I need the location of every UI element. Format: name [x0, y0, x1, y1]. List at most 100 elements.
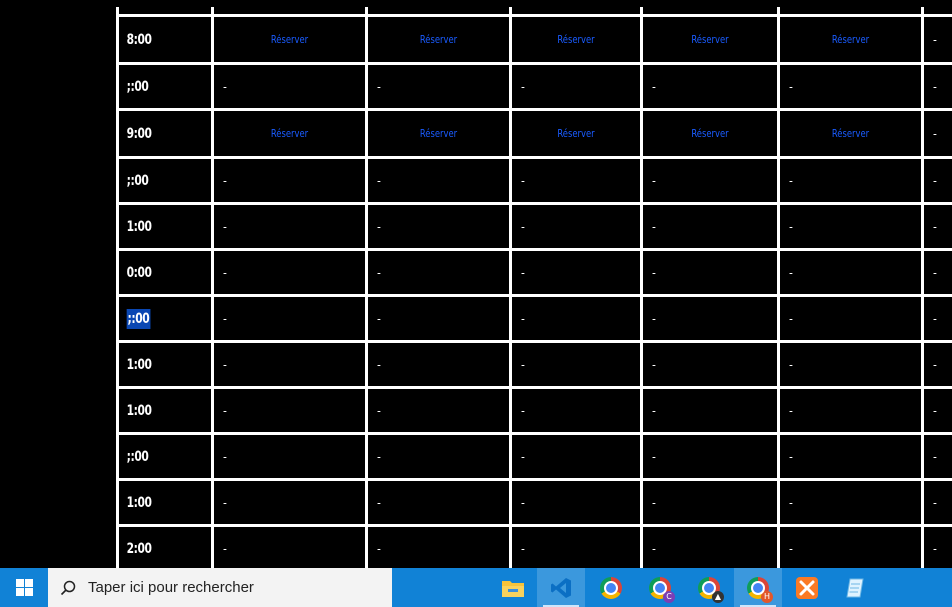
empty-slot: -: [789, 219, 793, 234]
search-placeholder: Taper ici pour rechercher: [88, 579, 254, 596]
folder-icon: [502, 580, 524, 597]
profile-badge-h: H: [761, 590, 773, 603]
chrome-profile-cursor-icon: ▲: [698, 576, 724, 603]
chrome-button[interactable]: [587, 568, 635, 607]
vscode-button[interactable]: [537, 568, 585, 607]
empty-slot: -: [652, 79, 656, 94]
profile-badge-cursor: ▲: [712, 590, 724, 603]
reserve-link[interactable]: Réserver: [522, 111, 631, 156]
time-text: 1:00: [126, 356, 152, 373]
reserve-link[interactable]: Réserver: [791, 17, 911, 62]
time-slot-label: 0:00: [119, 251, 197, 294]
empty-slot: -: [652, 311, 656, 326]
xampp-icon: [796, 576, 818, 599]
empty-slot: -: [521, 449, 525, 464]
empty-slot: -: [933, 449, 937, 464]
empty-slot: -: [223, 495, 227, 510]
empty-slot: -: [652, 173, 656, 188]
empty-slot: -: [789, 449, 793, 464]
xampp-button[interactable]: [783, 568, 831, 607]
empty-slot: -: [933, 403, 937, 418]
taskbar-search-box[interactable]: Taper ici pour rechercher: [48, 568, 392, 607]
time-text: ;:00: [126, 172, 149, 189]
empty-slot: -: [789, 403, 793, 418]
profile-badge-c: C: [663, 590, 675, 603]
empty-slot: -: [223, 265, 227, 280]
time-slot-label: 1:00: [119, 205, 197, 248]
chrome-profile-h-button[interactable]: H: [734, 568, 782, 607]
empty-slot: -: [377, 79, 381, 94]
empty-slot: -: [377, 357, 381, 372]
reserve-link[interactable]: Réserver: [653, 111, 767, 156]
time-text: ;:00: [126, 448, 149, 465]
time-slot-label: ;:00: [119, 297, 197, 340]
time-text: 9:00: [126, 125, 152, 142]
time-slot-label: 1:00: [119, 389, 197, 432]
time-text: 2:00: [126, 540, 152, 557]
empty-slot: -: [377, 265, 381, 280]
windows-logo-icon: [15, 579, 33, 596]
notepad-icon: [846, 578, 864, 597]
time-slot-label: 1:00: [119, 481, 197, 524]
time-text: 8:00: [126, 31, 152, 48]
empty-slot: -: [933, 265, 937, 280]
empty-slot: -: [789, 79, 793, 94]
time-text: 1:00: [126, 402, 152, 419]
reserve-link[interactable]: Réserver: [653, 17, 767, 62]
empty-slot: -: [652, 403, 656, 418]
empty-slot: -: [377, 541, 381, 556]
empty-slot: -: [521, 495, 525, 510]
empty-slot: -: [377, 219, 381, 234]
start-button[interactable]: [0, 568, 48, 607]
file-explorer-button[interactable]: [489, 568, 537, 607]
empty-slot: -: [933, 126, 937, 141]
empty-slot: -: [789, 265, 793, 280]
time-slot-label: 2:00: [119, 527, 197, 568]
empty-slot: -: [933, 495, 937, 510]
chrome-profile-c-button[interactable]: C: [636, 568, 684, 607]
time-slot-label: ;:00: [119, 65, 197, 108]
reserve-link[interactable]: Réserver: [522, 17, 631, 62]
reserve-link[interactable]: Réserver: [225, 111, 353, 156]
selected-time-text: ;:00: [126, 308, 151, 329]
empty-slot: -: [223, 403, 227, 418]
empty-slot: -: [521, 541, 525, 556]
empty-slot: -: [377, 403, 381, 418]
empty-slot: -: [377, 173, 381, 188]
empty-slot: -: [521, 173, 525, 188]
empty-slot: -: [652, 219, 656, 234]
empty-slot: -: [789, 495, 793, 510]
empty-slot: -: [652, 541, 656, 556]
empty-slot: -: [789, 173, 793, 188]
time-text: ;:00: [126, 78, 149, 95]
empty-slot: -: [521, 265, 525, 280]
empty-slot: -: [933, 357, 937, 372]
empty-slot: -: [789, 541, 793, 556]
empty-slot: -: [223, 219, 227, 234]
reserve-link[interactable]: Réserver: [379, 111, 499, 156]
chrome-profile-cursor-button[interactable]: ▲: [685, 568, 733, 607]
windows-taskbar: Taper ici pour rechercher C ▲ H: [0, 568, 952, 607]
chrome-icon: [600, 576, 622, 599]
time-slot-label: 1:00: [119, 343, 197, 386]
empty-slot: -: [521, 219, 525, 234]
empty-slot: -: [377, 495, 381, 510]
time-slot-label: 9:00: [119, 111, 197, 156]
reserve-link[interactable]: Réserver: [225, 17, 353, 62]
empty-slot: -: [223, 449, 227, 464]
reserve-link[interactable]: Réserver: [791, 111, 911, 156]
empty-slot: -: [933, 32, 937, 47]
empty-slot: -: [521, 79, 525, 94]
time-slot-label: ;:00: [119, 159, 197, 202]
empty-slot: -: [223, 541, 227, 556]
reserve-link[interactable]: Réserver: [379, 17, 499, 62]
empty-slot: -: [521, 403, 525, 418]
empty-slot: -: [652, 265, 656, 280]
empty-slot: -: [223, 79, 227, 94]
empty-slot: -: [223, 173, 227, 188]
notepad-button[interactable]: [832, 568, 880, 607]
empty-slot: -: [933, 311, 937, 326]
empty-slot: -: [521, 311, 525, 326]
empty-slot: -: [223, 311, 227, 326]
time-text: 0:00: [126, 264, 152, 281]
